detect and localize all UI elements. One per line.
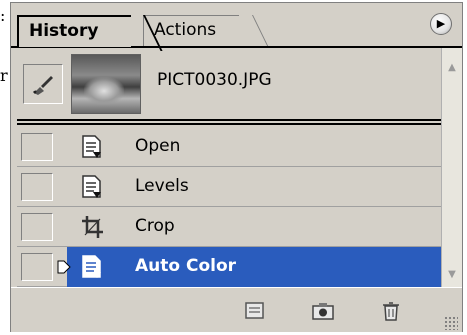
history-state-label: Levels — [135, 176, 189, 196]
history-state-label: Open — [135, 136, 181, 156]
cutoff-glyph-1: : — [0, 6, 6, 25]
history-state-levels[interactable]: Levels — [17, 167, 441, 207]
resize-grip-icon[interactable] — [444, 316, 458, 330]
triangle-right-icon: ▶ — [436, 17, 446, 30]
palette-footer — [11, 287, 462, 332]
tab-actions-label: Actions — [154, 20, 217, 40]
vertical-scrollbar[interactable]: ▲ ▼ — [441, 48, 462, 287]
page-left-edge: : r — [0, 0, 10, 335]
history-state-list: Open Levels Crop Auto Color — [17, 127, 441, 287]
snapshot-thumbnail — [71, 54, 141, 114]
scroll-up-arrow-icon[interactable]: ▲ — [443, 58, 461, 78]
trash-icon[interactable] — [379, 300, 403, 322]
tab-history-label: History — [29, 21, 99, 41]
document-state-icon — [82, 175, 101, 198]
source-toggle-box[interactable] — [21, 133, 53, 161]
history-state-label: Auto Color — [135, 256, 237, 276]
source-toggle-box[interactable] — [21, 173, 53, 201]
history-brush-icon[interactable] — [23, 64, 63, 104]
source-toggle-box[interactable] — [21, 253, 53, 281]
new-document-from-state-icon[interactable] — [243, 300, 267, 322]
history-state-slider-icon[interactable] — [57, 260, 71, 274]
snapshot-name: PICT0030.JPG — [157, 70, 272, 90]
cutoff-glyph-2: r — [0, 66, 8, 85]
crop-icon — [82, 216, 103, 238]
snapshot-divider-bottom — [17, 123, 441, 125]
snapshot-divider-top — [17, 119, 441, 121]
palette-menu-button[interactable]: ▶ — [430, 13, 452, 35]
selection-highlight — [67, 247, 441, 287]
tab-history[interactable]: History — [17, 15, 131, 47]
history-state-label: Crop — [135, 216, 175, 236]
history-state-open[interactable]: Open — [17, 127, 441, 167]
snapshot-row[interactable]: PICT0030.JPG — [17, 48, 441, 118]
document-state-icon — [82, 135, 101, 158]
document-state-icon — [82, 255, 101, 278]
history-palette: Actions History ▶ PICT0030.JPG Open Leve… — [10, 2, 463, 332]
history-state-auto-color[interactable]: Auto Color — [17, 247, 441, 287]
history-state-crop[interactable]: Crop — [17, 207, 441, 247]
palette-tab-bar: Actions History ▶ — [11, 3, 462, 47]
source-toggle-box[interactable] — [21, 213, 53, 241]
scroll-down-arrow-icon[interactable]: ▼ — [443, 265, 461, 285]
new-snapshot-icon[interactable] — [311, 300, 335, 322]
